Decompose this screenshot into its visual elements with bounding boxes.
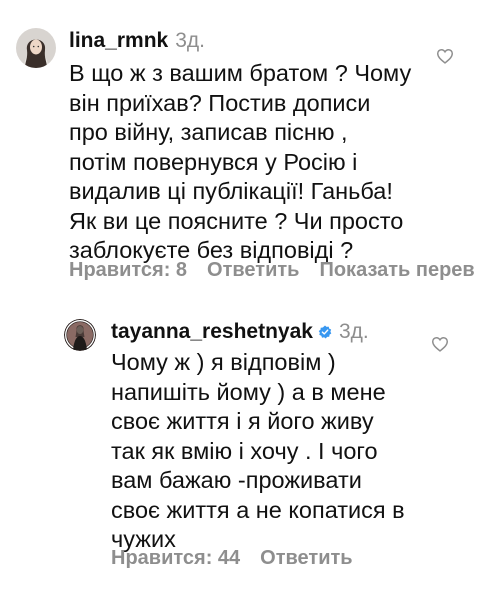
comment-item: tayanna_reshetnyak 3д. Чому ж ) я відпов…: [0, 300, 479, 600]
comment-time: 3д.: [175, 29, 205, 52]
comments-thread: lina_rmnk 3д. В що ж з вашим братом ? Чом…: [0, 0, 479, 600]
reply-button[interactable]: Ответить: [207, 259, 299, 281]
comment-time: 3д.: [338, 320, 369, 343]
heart-outline-icon[interactable]: [436, 48, 454, 64]
heart-outline-icon[interactable]: [431, 336, 449, 352]
likes-count[interactable]: Нравится: 8: [69, 259, 187, 281]
show-translation-button[interactable]: Показать перев: [319, 259, 474, 281]
comment-username[interactable]: lina_rmnk: [69, 29, 168, 52]
avatar[interactable]: [64, 319, 96, 351]
user-avatar-image: [64, 319, 96, 351]
user-avatar-image: [16, 28, 56, 68]
verified-badge-icon: [318, 325, 332, 339]
comment-username[interactable]: tayanna_reshetnyak: [111, 320, 313, 343]
comment-text: Чому ж ) я відповім ) напишіть йому ) а …: [111, 349, 405, 552]
reply-button[interactable]: Ответить: [260, 547, 352, 569]
likes-count[interactable]: Нравится: 44: [111, 547, 240, 569]
avatar[interactable]: [16, 28, 56, 68]
comment-item: lina_rmnk 3д. В що ж з вашим братом ? Чом…: [0, 0, 479, 300]
comment-text: В що ж з вашим братом ? Чому він приїхав…: [69, 60, 412, 263]
